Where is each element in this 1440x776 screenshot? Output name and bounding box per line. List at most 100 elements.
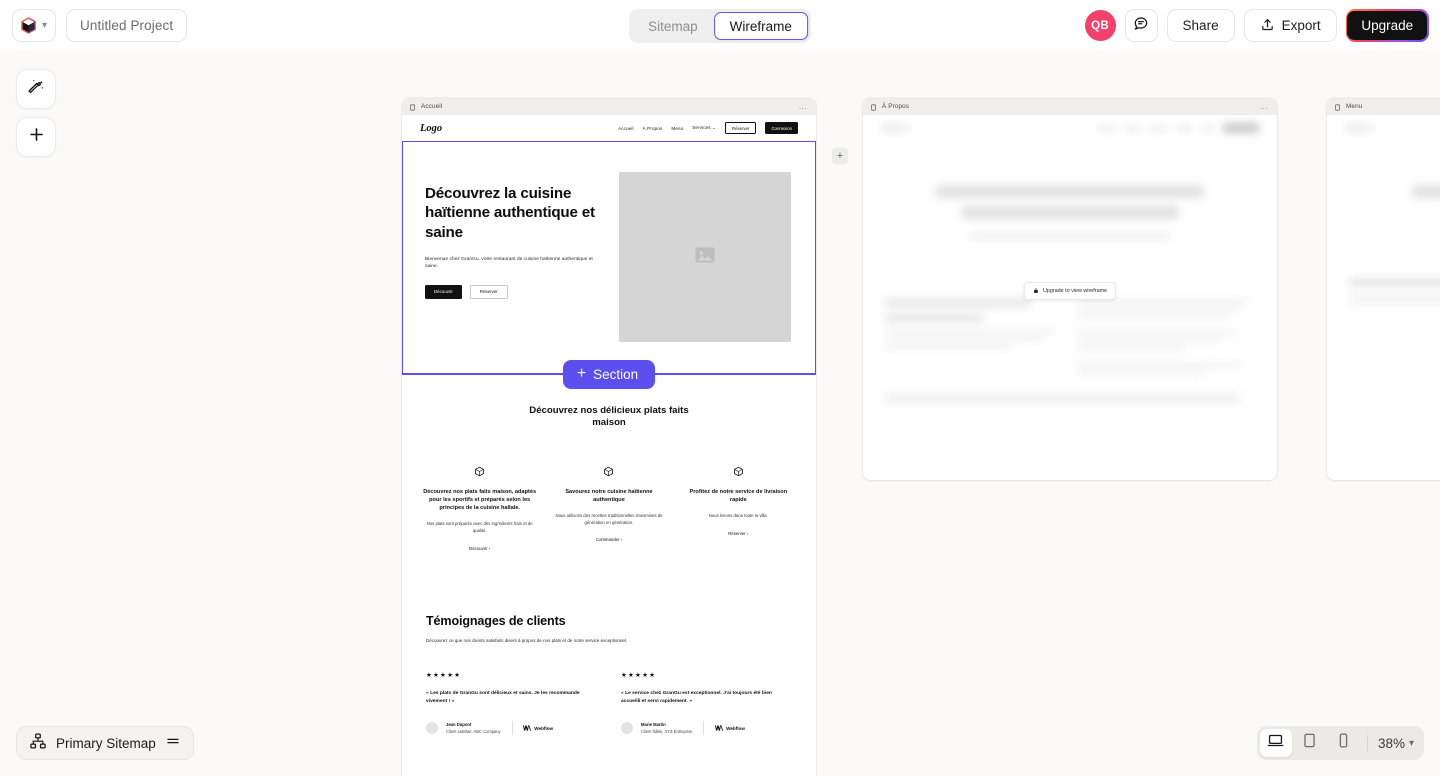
device-desktop-button[interactable] [1260, 729, 1292, 757]
insert-section-control: + Section [403, 359, 815, 389]
hero-image-placeholder[interactable] [619, 172, 791, 342]
upload-icon [1260, 17, 1275, 35]
add-section-button[interactable]: + Section [563, 360, 655, 389]
site-nav-links: Accueil À Propos Menu Services ⌄ Réserve… [618, 122, 798, 134]
upgrade-button[interactable]: Upgrade [1346, 9, 1429, 42]
image-placeholder-icon [693, 243, 717, 272]
feature-body: Nos plats sont préparés avec des ingrédi… [422, 521, 537, 534]
share-button[interactable]: Share [1167, 9, 1235, 42]
feature-item[interactable]: Profitez de notre service de livraison r… [681, 466, 796, 551]
author-meta: Jean Dupont Client satisfait, ABC Compan… [446, 722, 501, 734]
rating-stars: ★★★★★ [426, 671, 597, 679]
insert-line-right [655, 373, 815, 375]
divider [1367, 735, 1368, 751]
blurred-nav-button [1223, 123, 1259, 133]
testimonials-section[interactable]: Témoignages de clients Découvrez ce que … [402, 551, 816, 736]
plus-icon: + [577, 366, 586, 382]
nav-link-a-propos[interactable]: À Propos [643, 126, 663, 131]
blurred-heading-line [961, 206, 1180, 219]
blurred-nav-link [1098, 126, 1115, 131]
page-card-header: Menu ... [1327, 98, 1440, 115]
page-card-menu-button[interactable]: ... [797, 104, 809, 110]
blurred-navbar [1327, 115, 1440, 141]
feature-item[interactable]: Découvrez nos plats faits maison, adapté… [422, 466, 537, 551]
nav-link-accueil[interactable]: Accueil [618, 126, 634, 131]
add-page-button[interactable]: + [832, 148, 848, 164]
nav-reserve-button[interactable]: Réserver [725, 122, 756, 134]
plus-icon: + [837, 151, 843, 162]
testimonial-author: Jean Dupont Client satisfait, ABC Compan… [426, 721, 597, 735]
nav-link-menu[interactable]: Menu [671, 126, 683, 131]
page-card-accueil[interactable]: Accueil ... Logo Accueil À Propos Menu S… [402, 98, 816, 776]
magic-edit-tool[interactable] [16, 69, 56, 109]
tab-sitemap[interactable]: Sitemap [632, 12, 714, 40]
blurred-logo [1345, 124, 1371, 132]
author-name: Jean Dupont [446, 722, 501, 727]
upgrade-to-view-button[interactable]: Upgrade to view wireframe [1024, 282, 1116, 300]
feature-link[interactable]: Découvrir › [422, 546, 537, 551]
page-card-menu[interactable]: Menu ... [1327, 98, 1440, 480]
tab-wireframe[interactable]: Wireframe [714, 12, 808, 40]
page-card-a-propos[interactable]: À Propos ... [863, 98, 1277, 480]
avatar [426, 722, 438, 734]
page-card-title: Menu [1346, 103, 1362, 110]
nav-link-services[interactable]: Services ⌄ [692, 125, 716, 131]
zoom-level-label[interactable]: 38% [1375, 736, 1407, 751]
testimonial-item: ★★★★★ « Le service chez GranGu est excep… [621, 671, 792, 736]
blurred-nav-links [1098, 123, 1259, 133]
feature-item[interactable]: Savourez notre cuisine haïtienne authent… [551, 466, 666, 551]
feature-link[interactable]: Commander › [551, 537, 666, 542]
project-name-field[interactable]: Untitled Project [66, 9, 187, 42]
hero-copy: Découvrez la cuisine haïtienne authentiq… [425, 172, 603, 374]
page-card-menu-button[interactable]: ... [1258, 104, 1270, 110]
add-section-label: Section [593, 367, 638, 382]
blurred-wireframe-preview [1327, 115, 1440, 309]
list-icon[interactable] [165, 733, 181, 754]
tablet-icon [1301, 732, 1318, 754]
testimonial-author: Marie Martin Client fidèle, XYZ Entrepri… [621, 721, 792, 735]
cube-icon [681, 466, 796, 477]
nav-link-services-label: Services [692, 125, 710, 130]
author-name: Marie Martin [641, 722, 692, 727]
desktop-icon [1267, 732, 1284, 754]
nav-login-button[interactable]: Connexion [765, 122, 798, 134]
divider [512, 721, 513, 735]
testimonial-quote: « Le service chez GranGu est exceptionne… [621, 690, 792, 706]
testimonial-quote: « Les plats de GranGu sont délicieux et … [426, 690, 597, 706]
blurred-nav-link [1176, 126, 1193, 131]
blurred-hero [1327, 141, 1440, 218]
hero-section-selected[interactable]: Découvrez la cuisine haïtienne authentiq… [402, 141, 816, 375]
blurred-column [1077, 299, 1256, 379]
mobile-icon [1335, 732, 1352, 754]
device-tablet-button[interactable] [1294, 729, 1326, 757]
page-card-header: À Propos ... [863, 98, 1277, 115]
features-row: Découvrez nos plats faits maison, adapté… [422, 466, 796, 551]
blurred-wireframe-preview [863, 115, 1277, 403]
primary-sitemap-button[interactable]: Primary Sitemap [16, 726, 194, 760]
upgrade-to-view-label: Upgrade to view wireframe [1043, 288, 1107, 294]
page-icon [1334, 98, 1341, 116]
wireframe-canvas[interactable]: + Accueil ... Logo Accueil À Propos Menu [0, 51, 1440, 776]
export-button[interactable]: Export [1244, 9, 1337, 42]
features-section[interactable]: Découvrez nos délicieux plats faits mais… [402, 375, 816, 551]
avatar [621, 722, 633, 734]
cube-icon [551, 466, 666, 477]
page-card-body-locked: Upgrade to view wireframe [863, 115, 1277, 480]
device-mobile-button[interactable] [1328, 729, 1360, 757]
comment-button[interactable] [1125, 9, 1158, 42]
cube-logo-icon [19, 16, 38, 35]
blurred-columns [1327, 218, 1440, 309]
hero-primary-button[interactable]: Découvrir [425, 285, 462, 299]
add-tool[interactable] [16, 117, 56, 157]
brand-menu-button[interactable]: ▾ [12, 9, 56, 42]
feature-link[interactable]: Réserver › [681, 531, 796, 536]
avatar[interactable]: QB [1085, 10, 1116, 41]
testimonials-subtitle: Découvrez ce que nos clients satisfaits … [426, 637, 641, 644]
testimonials-row: ★★★★★ « Les plats de GranGu sont délicie… [426, 671, 792, 736]
hero-secondary-button[interactable]: Réserver [470, 285, 508, 299]
page-card-title: À Propos [882, 103, 909, 110]
insert-line-left [403, 373, 563, 375]
testimonials-heading: Témoignages de clients [426, 614, 792, 628]
chevron-down-icon[interactable]: ▾ [1409, 738, 1421, 749]
magic-pen-icon [27, 77, 46, 101]
